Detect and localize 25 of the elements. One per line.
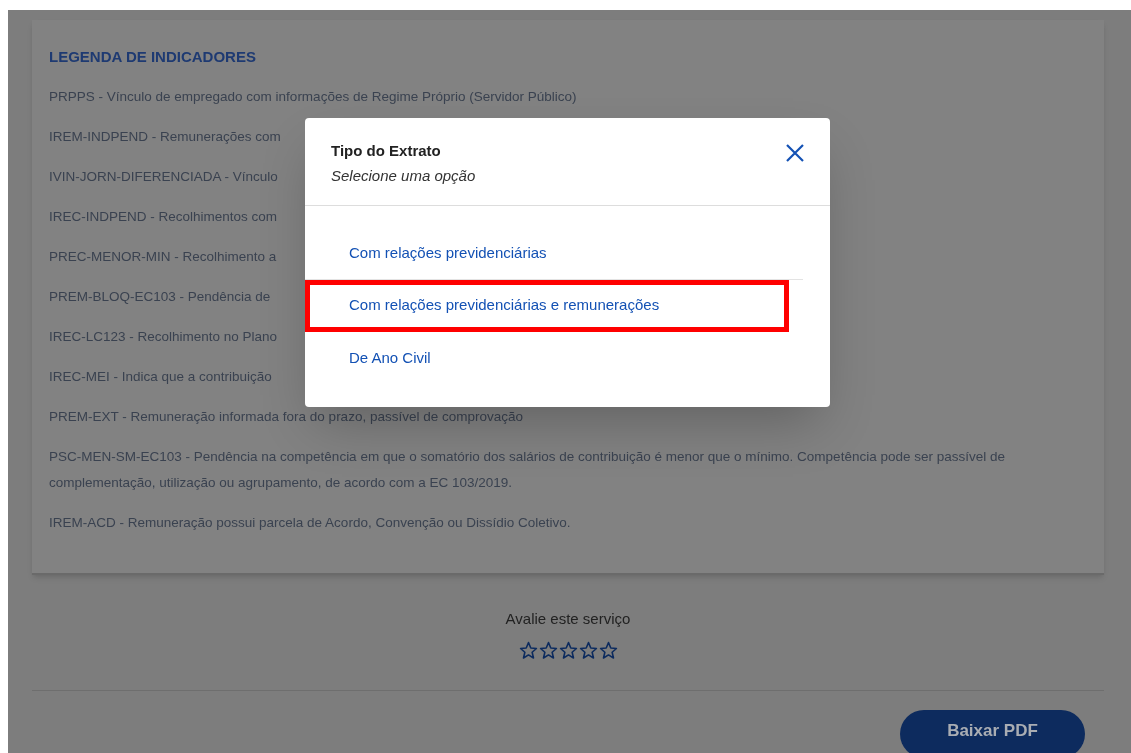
legend-item: IREM-ACD - Remuneração possui parcela de Acordo, Convenção ou Dissídio Coletivo. bbox=[49, 514, 571, 532]
star-icon[interactable] bbox=[598, 640, 618, 660]
rating-label: Avalie este serviço bbox=[505, 609, 631, 629]
legend-item: IREC-INDPEND - Recolhimentos com bbox=[49, 208, 278, 226]
star-icon[interactable] bbox=[578, 640, 598, 660]
legend-item: PSC-MEN-SM-EC103 - Pendência na competência em que o somatório dos salários de contribuição é menor que o mínimo. Competência pode ser passível de complementação, utilização ou agrupamento, de acordo com a EC 103/2019. bbox=[49, 448, 1006, 492]
legend-title: LEGENDA DE INDICADORES bbox=[49, 47, 256, 67]
legend-item: IREC-MEI - Indica que a contribuição bbox=[49, 368, 272, 386]
option-item[interactable]: De Ano Civil bbox=[305, 332, 803, 384]
legend-item: PREC-MENOR-MIN - Recolhimento a bbox=[49, 248, 277, 266]
legend-item: PREM-EXT - Remuneração informada fora do prazo, passível de comprovação bbox=[49, 408, 523, 426]
legend-item: PREM-BLOQ-EC103 - Pendência de bbox=[49, 288, 271, 306]
legend-item: IREC-LC123 - Recolhimento no Plano bbox=[49, 328, 278, 346]
modal-subtitle: Selecione uma opção bbox=[331, 165, 476, 186]
close-icon[interactable] bbox=[786, 144, 804, 162]
legend-item: IREM-INDPEND - Remunerações com bbox=[49, 128, 281, 146]
option-item[interactable]: Com relações previdenciárias bbox=[305, 228, 803, 280]
star-icon[interactable] bbox=[538, 640, 558, 660]
legend-item: IVIN-JORN-DIFERENCIADA - Vínculo bbox=[49, 168, 278, 186]
legend-item: PRPPS - Vínculo de empregado com informações de Regime Próprio (Servidor Público) bbox=[49, 88, 577, 106]
modal-title: Tipo do Extrato bbox=[331, 141, 442, 161]
option-item[interactable]: Com relações previdenciárias e remunerações bbox=[305, 280, 789, 332]
star-icon[interactable] bbox=[518, 640, 538, 660]
star-icon[interactable] bbox=[558, 640, 578, 660]
download-pdf-button[interactable]: Baixar PDF bbox=[900, 710, 1085, 753]
